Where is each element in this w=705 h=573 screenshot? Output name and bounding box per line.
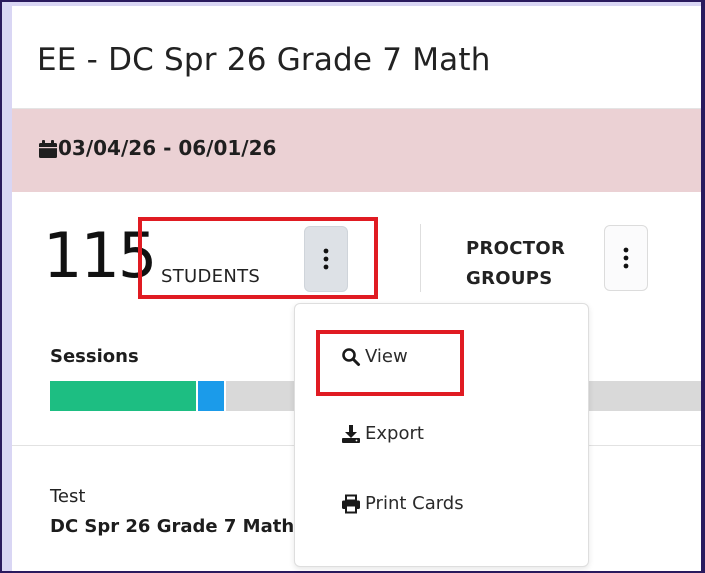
- sessions-label: Sessions: [50, 346, 139, 367]
- date-range-text: 03/04/26 - 06/01/26: [58, 136, 277, 160]
- print-icon: [342, 494, 360, 513]
- stats-divider: [420, 224, 421, 292]
- calendar-icon: [39, 140, 57, 158]
- test-name: DC Spr 26 Grade 7 Math: [50, 516, 295, 537]
- test-label: Test: [50, 486, 86, 507]
- kebab-icon: [323, 248, 329, 270]
- download-icon: [342, 424, 360, 443]
- sessions-progress-segment-2: [198, 381, 224, 411]
- kebab-icon: [623, 247, 629, 269]
- proctor-groups-label: PROCTOR GROUPS: [466, 234, 596, 294]
- date-range-banner: 03/04/26 - 06/01/26: [12, 109, 701, 192]
- proctor-groups-more-button[interactable]: [604, 225, 648, 291]
- students-label: STUDENTS: [161, 266, 261, 287]
- menu-item-export[interactable]: Export: [341, 423, 424, 444]
- students-more-button[interactable]: [304, 226, 348, 292]
- sessions-progress-segment-1: [50, 381, 196, 411]
- proctor-label-line1: PROCTOR: [466, 238, 566, 259]
- menu-item-print-cards[interactable]: Print Cards: [341, 493, 464, 514]
- menu-item-label: Export: [365, 423, 424, 444]
- menu-item-label: Print Cards: [365, 493, 464, 514]
- proctor-label-line2: GROUPS: [466, 268, 553, 289]
- view-highlight-box: [316, 330, 464, 396]
- page-title: EE - DC Spr 26 Grade 7 Math: [37, 42, 491, 78]
